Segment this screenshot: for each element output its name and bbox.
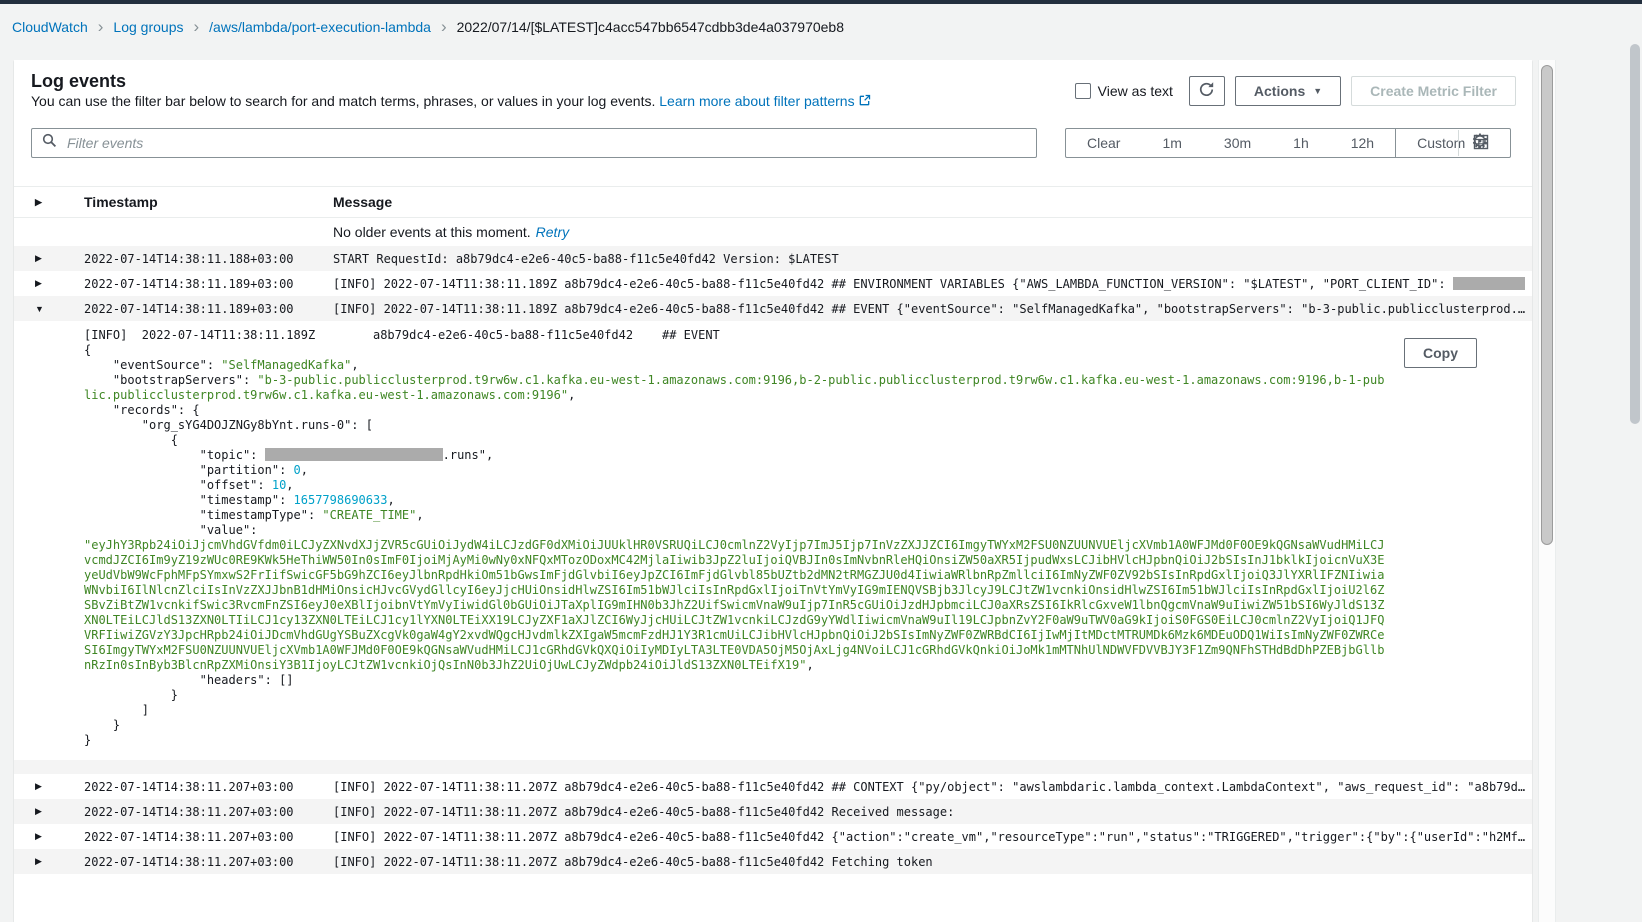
log-event-row[interactable]: ▼2022-07-14T14:38:11.189+03:00[INFO] 202… (14, 296, 1532, 321)
time-range-custom[interactable]: Custom (1395, 129, 1510, 157)
breadcrumb-log-group[interactable]: /aws/lambda/port-execution-lambda (209, 19, 431, 35)
filter-events-input[interactable] (65, 134, 1036, 152)
log-event-row[interactable]: ▶2022-07-14T14:38:11.207+03:00[INFO] 202… (14, 774, 1532, 799)
redacted-value (1453, 277, 1525, 290)
event-json: [INFO] 2022-07-14T11:38:11.189Z a8b79dc4… (14, 321, 1532, 760)
breadcrumb-cloudwatch[interactable]: CloudWatch (12, 19, 88, 35)
header-controls: View as text Actions ▼ Create Metric Fil… (1075, 75, 1516, 107)
breadcrumb-log-stream: 2022/07/14/[$LATEST]c4acc547bb6547cdbb3d… (457, 19, 844, 35)
event-timestamp: 2022-07-14T14:38:11.207+03:00 (84, 805, 333, 819)
toolbar-divider (1458, 130, 1459, 156)
table-header: ▶ Timestamp Message (14, 186, 1532, 218)
expand-toggle-icon[interactable]: ▶ (14, 253, 84, 264)
expand-toggle-icon[interactable]: ▶ (14, 831, 84, 842)
log-event-row[interactable]: ▶2022-07-14T14:38:11.207+03:00[INFO] 202… (14, 849, 1532, 874)
search-icon (42, 133, 57, 153)
log-rows: ▶2022-07-14T14:38:11.188+03:00START Requ… (14, 246, 1532, 874)
chevron-right-icon: › (441, 20, 447, 34)
breadcrumb-log-groups[interactable]: Log groups (113, 19, 183, 35)
section-divider (14, 760, 1532, 774)
actions-button[interactable]: Actions ▼ (1235, 76, 1341, 106)
event-timestamp: 2022-07-14T14:38:11.207+03:00 (84, 830, 333, 844)
view-as-text-checkbox[interactable] (1075, 83, 1091, 99)
event-message: [INFO] 2022-07-14T11:38:11.207Z a8b79dc4… (333, 830, 1532, 844)
panel-scrollbar-thumb[interactable] (1541, 65, 1553, 545)
event-timestamp: 2022-07-14T14:38:11.189+03:00 (84, 302, 333, 316)
expand-toggle-icon[interactable]: ▶ (14, 278, 84, 289)
time-range-clear[interactable]: Clear (1066, 129, 1141, 157)
no-older-events-row: No older events at this moment. Retry (14, 218, 1532, 246)
log-event-row[interactable]: ▶2022-07-14T14:38:11.189+03:00[INFO] 202… (14, 271, 1532, 296)
filter-events-box (31, 128, 1037, 158)
event-timestamp: 2022-07-14T14:38:11.189+03:00 (84, 277, 333, 291)
time-range-30m[interactable]: 30m (1203, 129, 1272, 157)
actions-label: Actions (1254, 83, 1305, 99)
event-message: [INFO] 2022-07-14T11:38:11.207Z a8b79dc4… (333, 780, 1532, 794)
window-scrollbar-thumb[interactable] (1630, 44, 1640, 424)
gear-icon[interactable]: ⚙ (1471, 129, 1489, 154)
chevron-right-icon: › (193, 20, 199, 34)
chevron-right-icon: › (98, 20, 104, 34)
expand-all-icon[interactable]: ▶ (14, 197, 84, 208)
expand-toggle-icon[interactable]: ▶ (14, 806, 84, 817)
copy-button[interactable]: Copy (1404, 338, 1477, 368)
column-header-timestamp[interactable]: Timestamp (84, 194, 333, 210)
expand-toggle-icon[interactable]: ▶ (14, 781, 84, 792)
time-range-12h[interactable]: 12h (1330, 129, 1395, 157)
create-metric-filter-button[interactable]: Create Metric Filter (1351, 76, 1516, 106)
event-message: START RequestId: a8b79dc4-e2e6-40c5-ba88… (333, 252, 1532, 266)
subtitle-text: You can use the filter bar below to sear… (31, 93, 655, 109)
caret-down-icon: ▼ (1313, 87, 1322, 96)
time-range-1m[interactable]: 1m (1141, 129, 1202, 157)
view-as-text-label: View as text (1098, 83, 1173, 99)
event-message: [INFO] 2022-07-14T11:38:11.189Z a8b79dc4… (333, 277, 1532, 291)
no-older-events-text: No older events at this moment. (333, 224, 531, 240)
log-event-row[interactable]: ▶2022-07-14T14:38:11.207+03:00[INFO] 202… (14, 799, 1532, 824)
refresh-icon (1198, 81, 1215, 101)
expand-toggle-icon[interactable]: ▶ (14, 856, 84, 867)
redacted-value (265, 448, 443, 461)
log-event-row[interactable]: ▶2022-07-14T14:38:11.188+03:00START Requ… (14, 246, 1532, 271)
page-title: Log events (31, 71, 126, 92)
collapse-toggle-icon[interactable]: ▼ (14, 304, 84, 314)
event-message: [INFO] 2022-07-14T11:38:11.189Z a8b79dc4… (333, 302, 1532, 316)
log-event-row[interactable]: ▶2022-07-14T14:38:11.207+03:00[INFO] 202… (14, 824, 1532, 849)
event-timestamp: 2022-07-14T14:38:11.188+03:00 (84, 252, 333, 266)
panel-scrollbar[interactable] (1538, 60, 1556, 922)
event-message: [INFO] 2022-07-14T11:38:11.207Z a8b79dc4… (333, 855, 1532, 869)
event-timestamp: 2022-07-14T14:38:11.207+03:00 (84, 780, 333, 794)
expanded-log-event: Copy[INFO] 2022-07-14T11:38:11.189Z a8b7… (14, 321, 1532, 760)
time-range-1h[interactable]: 1h (1272, 129, 1330, 157)
retry-link[interactable]: Retry (536, 224, 569, 240)
log-events-panel: Log events You can use the filter bar be… (14, 60, 1532, 922)
breadcrumb: CloudWatch › Log groups › /aws/lambda/po… (0, 4, 1642, 50)
refresh-button[interactable] (1189, 76, 1225, 106)
column-header-message[interactable]: Message (333, 194, 1532, 210)
time-range-selector: Clear 1m 30m 1h 12h Custom (1065, 128, 1511, 158)
event-message: [INFO] 2022-07-14T11:38:11.207Z a8b79dc4… (333, 805, 1532, 819)
external-link-icon (858, 94, 871, 110)
event-timestamp: 2022-07-14T14:38:11.207+03:00 (84, 855, 333, 869)
page-subtitle: You can use the filter bar below to sear… (31, 93, 871, 110)
learn-more-link[interactable]: Learn more about filter patterns (659, 93, 854, 109)
